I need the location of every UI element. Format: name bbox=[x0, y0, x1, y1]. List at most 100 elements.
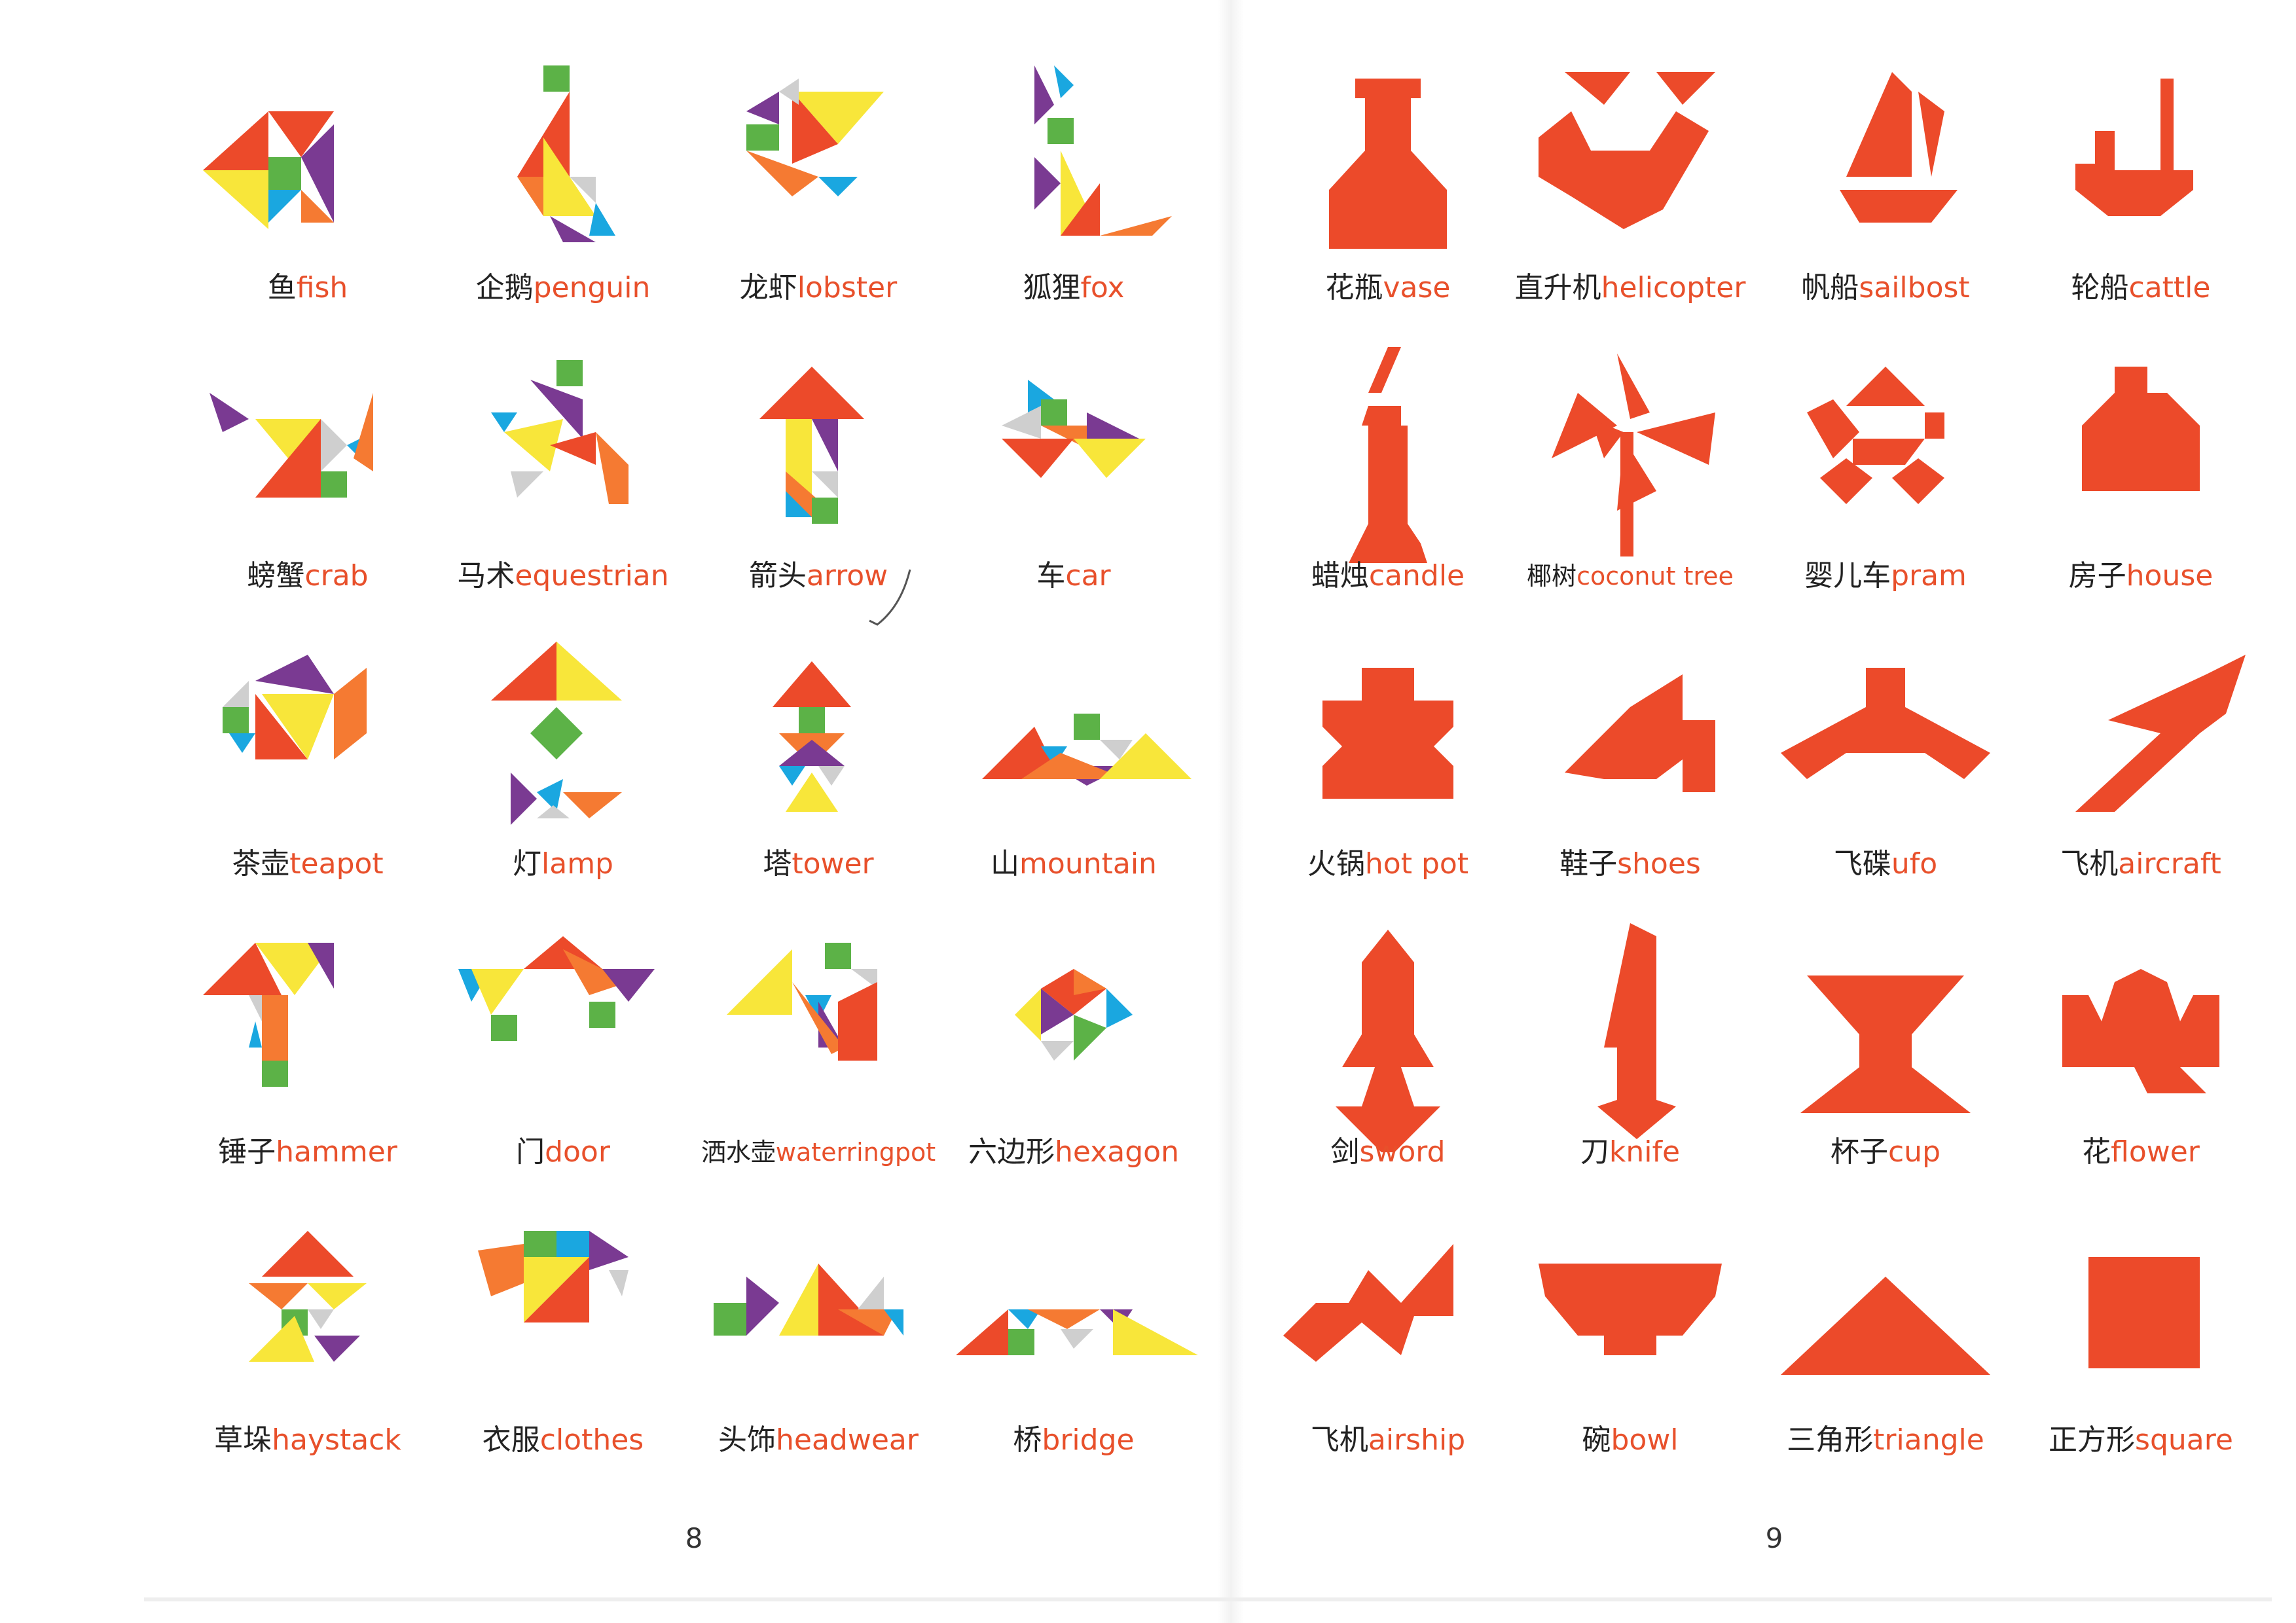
left-page-number: 8 bbox=[685, 1522, 703, 1554]
caption-english: hexagon bbox=[1055, 1135, 1179, 1169]
caption-chinese: 六边形 bbox=[968, 1135, 1055, 1169]
caption-english: shoes bbox=[1617, 847, 1701, 881]
figure-caption: 轮船cattle bbox=[2010, 268, 2272, 308]
tangram-figure-penguin: 企鹅penguin bbox=[432, 52, 694, 340]
figure-caption: 刀knife bbox=[1499, 1133, 1761, 1172]
tangram-piece bbox=[1002, 439, 1074, 478]
caption-chinese: 箭头 bbox=[748, 559, 807, 593]
tangram-piece bbox=[1336, 930, 1440, 1152]
book-gutter bbox=[1218, 0, 1244, 1623]
tangram-piece bbox=[210, 393, 249, 432]
tangram-piece bbox=[1565, 674, 1715, 792]
tangram-piece bbox=[511, 773, 537, 825]
haystack-figure bbox=[177, 1205, 439, 1440]
tangram-piece bbox=[773, 661, 851, 707]
figure-caption: 杯子cup bbox=[1755, 1133, 2016, 1172]
caption-chinese: 狐狸 bbox=[1023, 271, 1081, 304]
tangram-piece bbox=[1074, 439, 1146, 478]
tangram-piece bbox=[1074, 714, 1100, 740]
tangram-piece bbox=[249, 1021, 262, 1048]
caption-english: bridge bbox=[1042, 1423, 1135, 1457]
caption-chinese: 杯子 bbox=[1830, 1135, 1888, 1169]
caption-english: airship bbox=[1368, 1423, 1466, 1457]
caption-english: equestrian bbox=[515, 559, 669, 593]
tangram-piece bbox=[511, 471, 543, 498]
figure-caption: 飞机airship bbox=[1257, 1421, 1519, 1460]
tangram-piece bbox=[1329, 79, 1447, 249]
tower-figure bbox=[687, 629, 949, 864]
tangram-piece bbox=[1041, 399, 1067, 426]
caption-english: flower bbox=[2111, 1135, 2200, 1169]
figure-caption: 婴儿车pram bbox=[1755, 556, 2016, 596]
tangram-piece bbox=[1368, 347, 1401, 393]
caption-chinese: 飞机 bbox=[2060, 847, 2119, 881]
tangram-piece bbox=[223, 707, 249, 733]
tangram-piece bbox=[262, 995, 288, 1061]
car-figure bbox=[943, 340, 1205, 576]
caption-chinese: 鱼 bbox=[267, 271, 297, 304]
tangram-figure-fox: 狐狸fox bbox=[943, 52, 1205, 340]
tangram-piece bbox=[308, 1283, 367, 1309]
tangram-piece bbox=[203, 170, 268, 229]
tangram-piece bbox=[779, 740, 845, 766]
figure-caption: 房子house bbox=[2010, 556, 2272, 596]
tangram-piece bbox=[714, 1303, 746, 1336]
tangram-piece bbox=[589, 1231, 629, 1270]
figure-caption: 龙虾lobster bbox=[687, 268, 949, 308]
flower-figure bbox=[2010, 917, 2272, 1152]
lobster-figure bbox=[687, 52, 949, 288]
tangram-figure-bridge: 桥bridge bbox=[943, 1205, 1205, 1493]
tangram-piece bbox=[262, 1231, 354, 1277]
tangram-figure-vase: 花瓶vase bbox=[1257, 52, 1519, 340]
tangram-piece bbox=[563, 792, 622, 818]
tangram-figure-helicopter: 直升机helicopter bbox=[1499, 52, 1761, 340]
caption-english: fox bbox=[1080, 271, 1125, 304]
figure-caption: 三角形triangle bbox=[1755, 1421, 2016, 1460]
caption-chinese: 塔 bbox=[763, 847, 792, 881]
hot-pot-figure bbox=[1257, 629, 1519, 864]
caption-chinese: 鞋子 bbox=[1559, 847, 1618, 881]
caption-chinese: 锤子 bbox=[218, 1135, 276, 1169]
tangram-piece bbox=[1892, 458, 1944, 504]
tangram-piece bbox=[556, 1231, 589, 1257]
sword-figure bbox=[1257, 917, 1519, 1152]
figure-caption: 蜡烛candle bbox=[1257, 556, 1519, 596]
tangram-piece bbox=[471, 969, 524, 1015]
caption-english: crab bbox=[304, 559, 369, 593]
tangram-piece bbox=[223, 681, 249, 707]
tangram-piece bbox=[818, 766, 845, 786]
tangram-piece bbox=[1061, 1329, 1093, 1349]
figure-caption: 塔tower bbox=[687, 845, 949, 884]
caption-english: door bbox=[545, 1135, 610, 1169]
steamer-figure bbox=[2010, 52, 2272, 288]
tangram-piece bbox=[268, 190, 301, 223]
tangram-piece bbox=[1349, 406, 1427, 563]
tangram-figure-flower: 花flower bbox=[2010, 917, 2272, 1205]
figure-caption: 门door bbox=[432, 1133, 694, 1172]
tangram-piece bbox=[1918, 92, 1944, 177]
caption-chinese: 企鹅 bbox=[475, 271, 534, 304]
caption-chinese: 花瓶 bbox=[1325, 271, 1383, 304]
figure-caption: 桥bridge bbox=[943, 1421, 1205, 1460]
caption-chinese: 飞机 bbox=[1310, 1423, 1368, 1457]
figure-caption: 六边形hexagon bbox=[943, 1133, 1205, 1172]
tangram-piece bbox=[609, 1270, 629, 1296]
tangram-piece bbox=[308, 1309, 334, 1329]
tangram-piece bbox=[262, 1061, 288, 1087]
figure-caption: 花瓶vase bbox=[1257, 268, 1519, 308]
tangram-piece bbox=[314, 1336, 360, 1362]
caption-english: knife bbox=[1609, 1135, 1681, 1169]
tangram-figure-teapot: 茶壶teapot bbox=[177, 629, 439, 917]
tangram-piece bbox=[1002, 406, 1041, 439]
square-figure bbox=[2010, 1205, 2272, 1440]
caption-chinese: 洒水壶 bbox=[701, 1138, 776, 1167]
figure-caption: 茶壶teapot bbox=[177, 845, 439, 884]
tangram-piece bbox=[589, 203, 615, 236]
vase-figure bbox=[1257, 52, 1519, 288]
caption-english: triangle bbox=[1873, 1423, 1984, 1457]
caption-english: lobster bbox=[797, 271, 898, 304]
hexagon-figure bbox=[943, 917, 1205, 1152]
caption-english: aircraft bbox=[2118, 847, 2221, 881]
tangram-piece bbox=[1048, 118, 1074, 144]
tangram-figure-hexagon: 六边形hexagon bbox=[943, 917, 1205, 1205]
